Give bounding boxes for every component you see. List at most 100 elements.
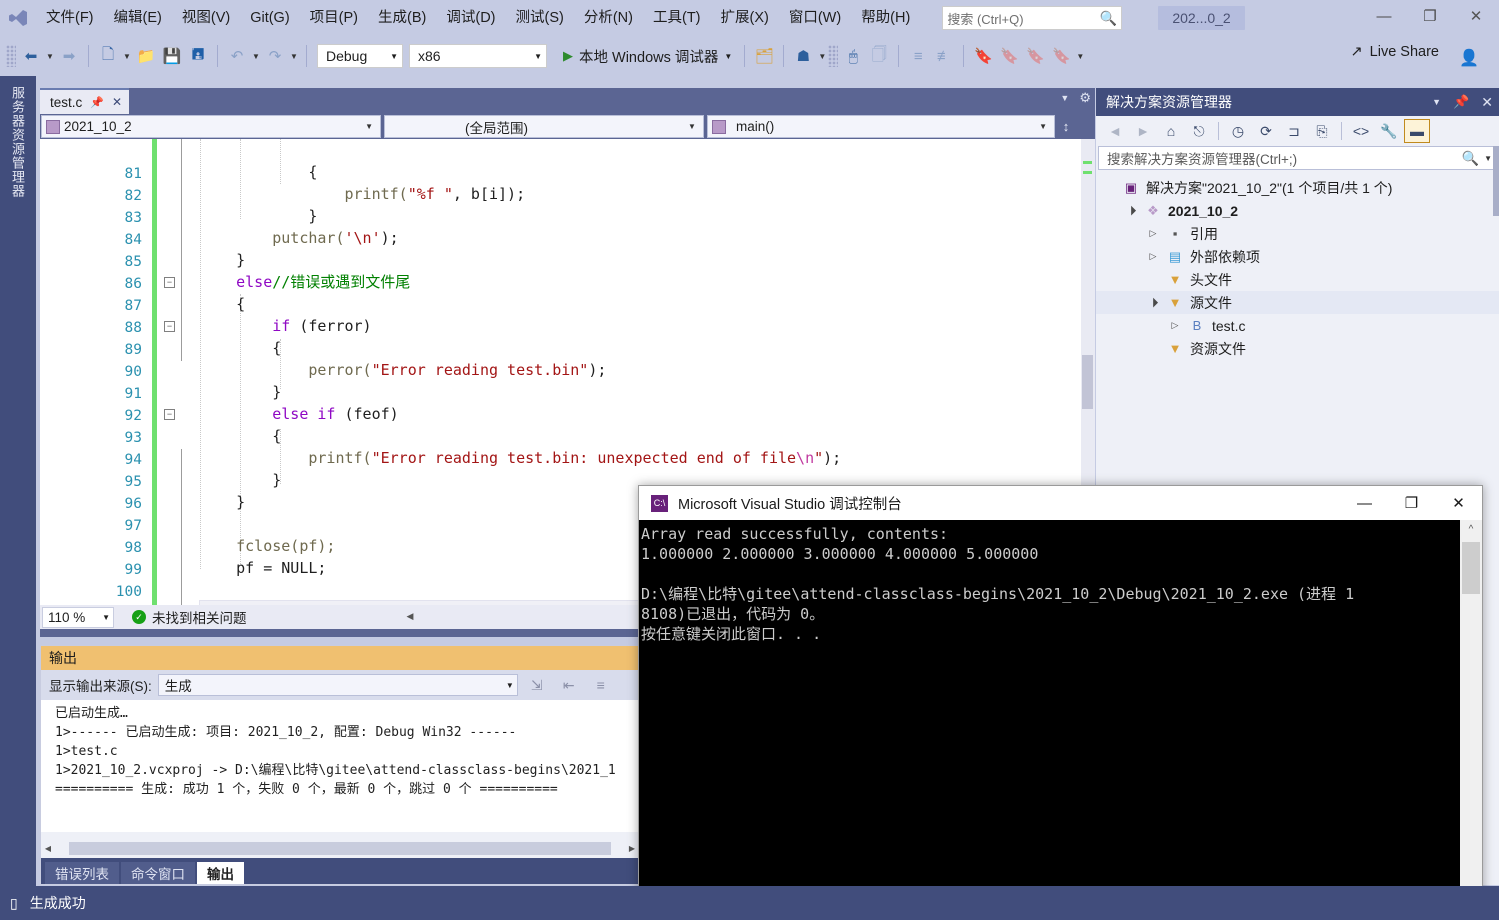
tree-item[interactable]: ▼ 资源文件 <box>1096 337 1499 360</box>
gear-icon[interactable]: ⚙ <box>1079 90 1091 106</box>
pending-changes-icon[interactable]: ⎋ <box>1186 119 1212 143</box>
close-button[interactable]: ✕ <box>1453 0 1499 32</box>
prev-bookmark-icon[interactable]: 🔖 <box>996 42 1022 70</box>
code-line[interactable]: printf("%f ", b[i]); <box>200 183 841 205</box>
tree-item[interactable]: ▣ 解决方案"2021_10_2"(1 个项目/共 1 个) <box>1096 176 1499 199</box>
menu-item-5[interactable]: 生成(B) <box>368 0 436 36</box>
maximize-button[interactable]: ❐ <box>1407 0 1453 32</box>
menu-item-6[interactable]: 调试(D) <box>436 0 505 36</box>
toolbar-grip-2[interactable] <box>828 45 838 67</box>
code-line[interactable]: } <box>200 205 841 227</box>
menu-item-3[interactable]: Git(G) <box>240 0 299 36</box>
collapse-region-button[interactable]: − <box>164 277 175 288</box>
menu-item-11[interactable]: 窗口(W) <box>779 0 851 36</box>
debug-console-window[interactable]: C:\ Microsoft Visual Studio 调试控制台 — ❐ ✕ … <box>638 485 1483 920</box>
chevron-down-icon[interactable]: ▼ <box>1060 93 1069 103</box>
expander-icon[interactable]: ▷ <box>1168 320 1182 331</box>
hscroll-thumb[interactable] <box>69 842 611 855</box>
toolbar-grip[interactable] <box>6 45 16 67</box>
panel-tab-命令窗口[interactable]: 命令窗口 <box>121 862 195 884</box>
nav-project-select[interactable]: 2021_10_2 ▼ <box>41 115 381 138</box>
zoom-level-select[interactable]: 110 % ▼ <box>42 607 114 628</box>
solution-tree[interactable]: ▣ 解决方案"2021_10_2"(1 个项目/共 1 个) ◢ ❖ 2021_10_2… <box>1096 170 1499 360</box>
scroll-right-icon[interactable]: ▶ <box>625 844 639 853</box>
tab-test-c[interactable]: test.c 📌 ✕ <box>40 88 129 114</box>
scroll-up-icon[interactable]: ^ <box>1460 520 1482 540</box>
preview-selected-icon[interactable]: ▬ <box>1404 119 1430 143</box>
open-folder-icon[interactable]: 📁 <box>133 42 159 70</box>
forward-icon[interactable]: ► <box>1130 119 1156 143</box>
code-line[interactable]: } <box>200 249 841 271</box>
code-line[interactable]: if (ferror) <box>200 315 841 337</box>
menu-item-7[interactable]: 测试(S) <box>506 0 574 36</box>
outlining-glyph-column[interactable]: − − − <box>157 139 183 605</box>
menu-item-10[interactable]: 扩展(X) <box>711 0 779 36</box>
nav-member-select[interactable]: main() ▼ <box>707 115 1055 138</box>
menu-item-9[interactable]: 工具(T) <box>643 0 711 36</box>
scroll-left-icon[interactable]: ◀ <box>41 844 55 853</box>
code-line[interactable]: perror("Error reading test.bin"); <box>200 359 841 381</box>
redo-dropdown-icon[interactable]: ▼ <box>288 52 300 61</box>
close-icon[interactable]: ✕ <box>1481 94 1493 111</box>
tree-item[interactable]: ▼ 头文件 <box>1096 268 1499 291</box>
minimize-button[interactable]: — <box>1361 0 1407 32</box>
pin-icon[interactable]: 📌 <box>1453 94 1469 110</box>
next-bookmark-icon[interactable]: 🔖 <box>1022 42 1048 70</box>
panel-tab-输出[interactable]: 输出 <box>197 862 244 884</box>
expander-icon[interactable]: ◢ <box>1144 294 1162 312</box>
search-input[interactable]: 搜索 (Ctrl+Q) 🔍 <box>942 6 1122 30</box>
solution-configuration-select[interactable]: Debug ▼ <box>317 44 403 68</box>
window-dropdown-icon[interactable]: ▼ <box>816 52 828 61</box>
menu-item-1[interactable]: 编辑(E) <box>104 0 172 36</box>
menu-item-8[interactable]: 分析(N) <box>574 0 643 36</box>
wrap-text-icon[interactable]: ≡ <box>588 672 614 698</box>
tree-item[interactable]: ▷ ὜B test.c <box>1096 314 1499 337</box>
menu-item-2[interactable]: 视图(V) <box>172 0 240 36</box>
start-debugging-button[interactable]: ▶ 本地 Windows 调试器 ▼ <box>559 46 738 67</box>
clear-bookmark-icon[interactable]: 🔖 <box>1048 42 1074 70</box>
code-line[interactable]: else//错误或遇到文件尾 <box>200 271 841 293</box>
menu-item-12[interactable]: 帮助(H) <box>851 0 920 36</box>
expander-icon[interactable]: ▷ <box>1146 228 1160 239</box>
show-all-files-icon[interactable]: ⎘ <box>1309 119 1335 143</box>
properties-icon[interactable]: 🔧 <box>1376 119 1402 143</box>
chevron-down-icon[interactable]: ▼ <box>1432 97 1441 107</box>
collapse-region-button[interactable]: − <box>164 321 175 332</box>
indent-icon[interactable]: ≡ <box>905 42 931 70</box>
code-line[interactable]: { <box>200 161 841 183</box>
save-icon[interactable]: 💾 <box>159 42 185 70</box>
nav-scope-select[interactable]: (全局范围) ▼ <box>384 115 704 138</box>
code-line[interactable]: { <box>200 425 841 447</box>
find-in-files-icon[interactable]: 🗂 <box>751 42 777 70</box>
console-maximize-button[interactable]: ❐ <box>1388 486 1435 520</box>
close-icon[interactable]: ✕ <box>112 95 122 109</box>
scrollbar-thumb[interactable] <box>1082 355 1093 409</box>
output-text[interactable]: 已启动生成… 1>------ 已启动生成: 项目: 2021_10_2, 配置:… <box>41 700 639 832</box>
toolbar-overflow-icon[interactable]: ▼ <box>1074 52 1086 61</box>
output-horizontal-scrollbar[interactable]: ◀ ▶ <box>41 840 639 856</box>
arrow-forward-icon[interactable]: ➡ <box>56 42 82 70</box>
redo-icon[interactable]: ↷ <box>262 42 288 70</box>
pin-icon[interactable]: 📌 <box>90 96 104 109</box>
find-message-icon[interactable]: ⇲ <box>524 672 550 698</box>
solution-vertical-scrollbar[interactable] <box>1493 146 1499 216</box>
code-line[interactable]: printf("Error reading test.bin: unexpect… <box>200 447 841 469</box>
new-dropdown-icon[interactable]: ▼ <box>121 52 133 61</box>
code-line[interactable]: { <box>200 293 841 315</box>
new-file-icon[interactable]: 🗋 <box>95 42 121 70</box>
tree-item[interactable]: ◢ ▼ 源文件 <box>1096 291 1499 314</box>
tree-item[interactable]: ▷ ▪ 引用 <box>1096 222 1499 245</box>
console-minimize-button[interactable]: — <box>1341 486 1388 520</box>
expander-icon[interactable]: ▷ <box>1146 251 1160 262</box>
save-all-icon[interactable]: 🖪 <box>185 42 211 70</box>
tree-item[interactable]: ▷ ▤ 外部依赖项 <box>1096 245 1499 268</box>
home-window-icon[interactable]: ☗ <box>790 42 816 70</box>
refresh-icon[interactable]: ⟳ <box>1253 119 1279 143</box>
split-window-icon[interactable]: ↕ <box>1055 119 1077 134</box>
home-icon[interactable]: ⌂ <box>1158 119 1184 143</box>
code-line[interactable]: putchar('\n'); <box>200 227 841 249</box>
back-icon[interactable]: ◄ <box>1102 119 1128 143</box>
scrollbar-thumb[interactable] <box>1462 542 1480 594</box>
tree-item[interactable]: ◢ ❖ 2021_10_2 <box>1096 199 1499 222</box>
output-source-select[interactable]: 生成 ▼ <box>158 674 518 696</box>
